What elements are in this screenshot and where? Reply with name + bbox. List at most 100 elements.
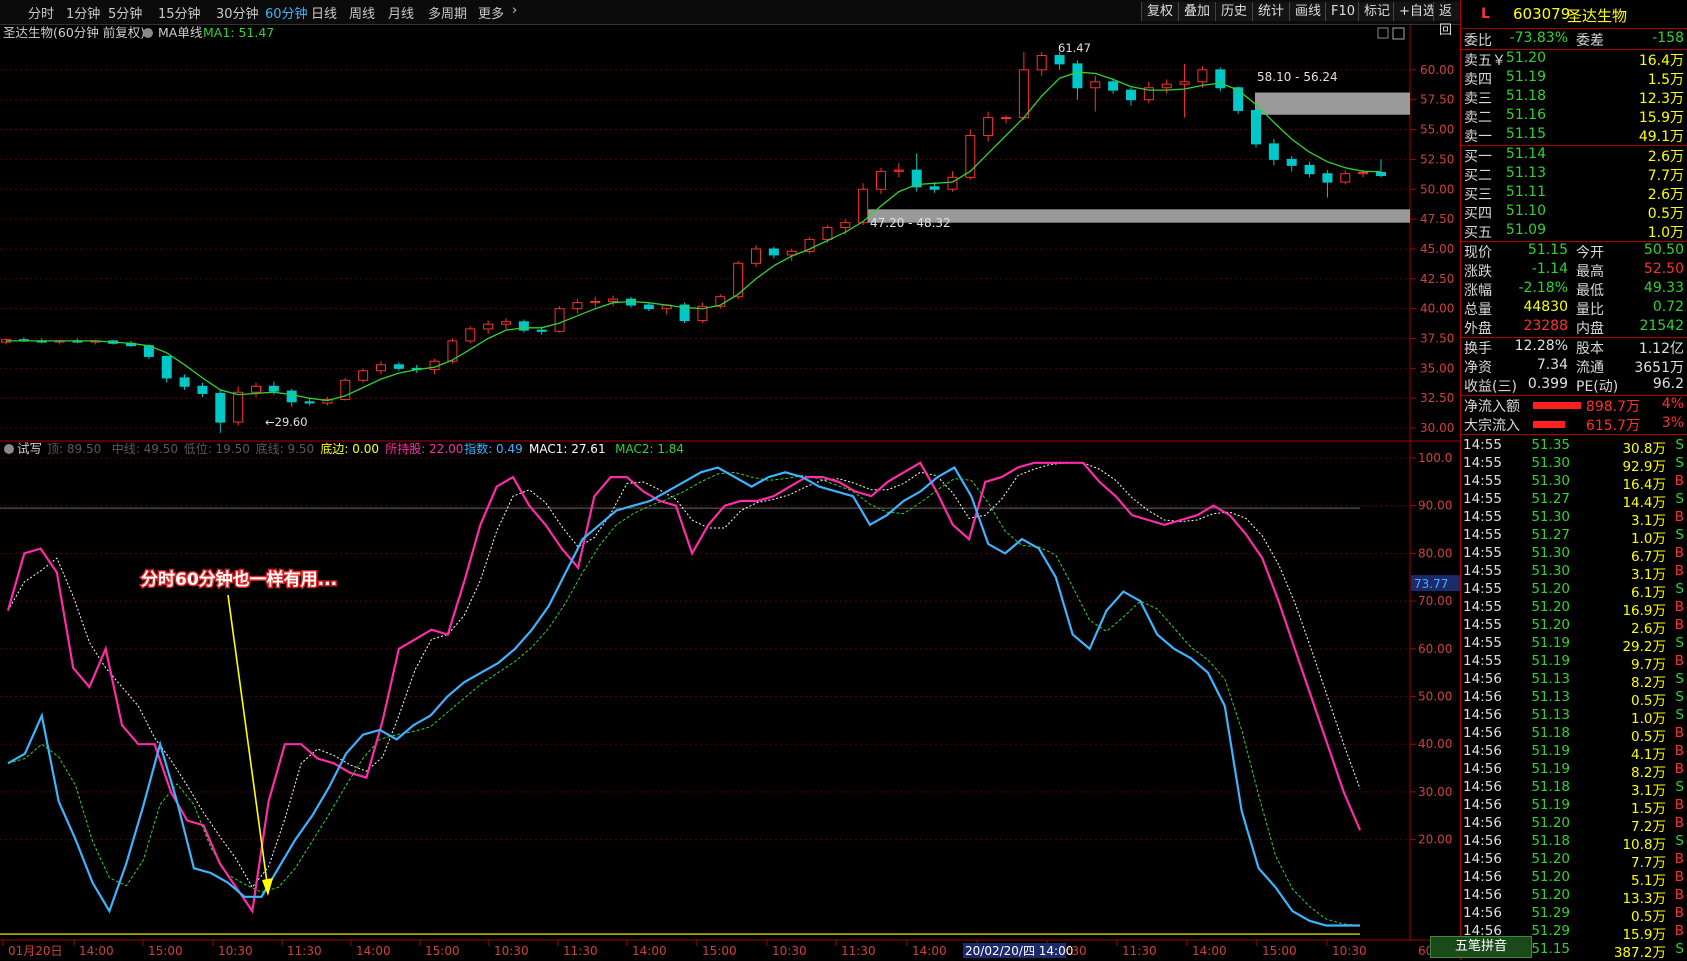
- bid-price: 51.14: [1505, 146, 1546, 162]
- period-tab-10[interactable]: 更多: [478, 3, 504, 22]
- tick-volume: 0.5万: [1631, 693, 1666, 709]
- tick-time: 14:55: [1463, 527, 1502, 543]
- chart-canvas[interactable]: 60.00 57.50 55.00 52.50 50.00 47.50 45.00 42.50…: [0, 0, 1460, 960]
- ask-volume: 16.4万: [1638, 53, 1684, 69]
- tick-side: S: [1675, 707, 1684, 723]
- ma-settings-icon[interactable]: [143, 28, 153, 38]
- period-toolbar: 分时 1分钟 5分钟 15分钟 30分钟 60分钟 日线 周线 月线 多周期 更多 › 复权 叠加 历史 统计…: [0, 0, 1460, 38]
- tick-time: 14:56: [1463, 689, 1502, 705]
- period-tab-3[interactable]: 15分钟: [158, 3, 201, 22]
- tick-side: S: [1675, 941, 1684, 957]
- period-tab-5[interactable]: 60分钟: [265, 3, 308, 22]
- tick-price: 51.20: [1531, 887, 1570, 903]
- period-tab-2[interactable]: 5分钟: [108, 3, 142, 22]
- tick-time: 14:56: [1463, 707, 1502, 723]
- tick-side: S: [1675, 437, 1684, 453]
- time-axis-label: 11:30: [563, 944, 598, 958]
- period-tab-6[interactable]: 日线: [311, 3, 337, 22]
- indicator-legend-item: 顶: 89.50: [47, 442, 101, 456]
- ask-volume: 1.5万: [1647, 72, 1684, 88]
- candle-body: [840, 222, 851, 228]
- candle-body: [393, 364, 404, 369]
- tick-price: 51.18: [1531, 779, 1570, 795]
- tick-volume: 3.1万: [1631, 567, 1666, 583]
- price-tick-label: 35.00: [1420, 361, 1454, 375]
- toolbar-button-6[interactable]: 标记: [1358, 2, 1396, 21]
- tick-row: 14:55 51.30 6.7万 B: [1461, 545, 1687, 565]
- more-chevron-icon[interactable]: ›: [512, 3, 517, 18]
- tick-volume: 16.4万: [1622, 477, 1666, 493]
- period-tab-4[interactable]: 30分钟: [216, 3, 259, 22]
- candle-body: [1197, 69, 1208, 83]
- toolbar-button-8[interactable]: 返回: [1433, 2, 1460, 38]
- candle-body: [161, 355, 172, 379]
- toolbar-button-3[interactable]: 统计: [1252, 2, 1290, 21]
- chart-title: 圣达生物(60分钟 前复权): [3, 25, 145, 40]
- tick-price: 51.27: [1531, 491, 1570, 507]
- tick-volume: 5.1万: [1631, 873, 1666, 889]
- tick-side: B: [1674, 851, 1684, 867]
- time-axis-label: 15:00: [425, 944, 460, 958]
- flow-pct: 4%: [1661, 396, 1684, 412]
- period-tab-1[interactable]: 1分钟: [66, 3, 100, 22]
- tick-price: 51.19: [1531, 761, 1570, 777]
- tick-side: S: [1675, 833, 1684, 849]
- period-tab-7[interactable]: 周线: [349, 3, 375, 22]
- toolbar-button-4[interactable]: 画线: [1289, 2, 1327, 21]
- stat-value: 44830: [1523, 299, 1568, 315]
- bid-price: 51.10: [1505, 203, 1546, 219]
- toolbar-button-0[interactable]: 复权: [1141, 2, 1179, 21]
- indicator-settings-icon[interactable]: [4, 444, 14, 454]
- bid-volume: 0.5万: [1647, 206, 1684, 222]
- tick-volume: 0.5万: [1631, 909, 1666, 925]
- period-tab-9[interactable]: 多周期: [428, 3, 467, 22]
- candle-body: [608, 298, 619, 302]
- tick-volume: 6.1万: [1631, 585, 1666, 601]
- period-tab-0[interactable]: 分时: [28, 3, 54, 22]
- tick-price: 51.30: [1531, 563, 1570, 579]
- tick-volume: 1.0万: [1631, 531, 1666, 547]
- tick-row: 14:55 51.20 2.6万 B: [1461, 617, 1687, 637]
- tick-volume: 13.3万: [1622, 891, 1666, 907]
- toolbar-button-2[interactable]: 历史: [1215, 2, 1253, 21]
- tick-row: 14:56 51.20 5.1万 B: [1461, 869, 1687, 889]
- candle-body: [643, 304, 654, 310]
- input-method-button[interactable]: 五笔拼音: [1430, 936, 1532, 958]
- candle-body: [215, 392, 226, 423]
- toolbar-button-1[interactable]: 叠加: [1178, 2, 1216, 21]
- flow-value: 615.7万: [1585, 418, 1640, 434]
- indicator-tick-label: 80.00: [1418, 546, 1452, 560]
- quote-row: 委比 -73.83% 委差 -158: [1461, 30, 1687, 49]
- tick-side: B: [1674, 725, 1684, 741]
- stat-label: PE(动): [1576, 379, 1619, 395]
- quote-row: 买二 51.13 7.7万: [1461, 165, 1687, 184]
- stat-label: 现价: [1464, 245, 1492, 261]
- price-tick-label: 40.00: [1420, 302, 1454, 316]
- chart-diamond-icon[interactable]: [1377, 27, 1389, 39]
- time-axis-label: 15:00: [702, 944, 737, 958]
- tick-time: 14:55: [1463, 563, 1502, 579]
- stat-label: 最低: [1576, 283, 1604, 299]
- toolbar-button-5[interactable]: F10: [1325, 2, 1361, 21]
- ask-volume: 15.9万: [1638, 110, 1684, 126]
- tick-price: 51.19: [1531, 743, 1570, 759]
- stat-value: 12.28%: [1514, 338, 1568, 354]
- indicator-legend-item: 底线: 9.50: [256, 441, 315, 456]
- period-tab-8[interactable]: 月线: [388, 3, 414, 22]
- weibi-value: -73.83%: [1509, 30, 1568, 46]
- weicha-label: 委差: [1576, 33, 1604, 49]
- tick-side: S: [1675, 689, 1684, 705]
- stat-label: 收益(三): [1464, 379, 1517, 395]
- tick-volume: 3.1万: [1631, 783, 1666, 799]
- candle-body: [1001, 117, 1011, 120]
- chart-window-icon[interactable]: [1392, 27, 1405, 40]
- bid-label: 买三: [1464, 187, 1492, 203]
- tick-row: 14:55 51.20 16.9万 B: [1461, 599, 1687, 619]
- tick-time: 14:55: [1463, 509, 1502, 525]
- candle-body: [1072, 63, 1083, 89]
- tick-side: S: [1675, 491, 1684, 507]
- quote-row: 总量 44830 量比 0.72: [1461, 299, 1687, 318]
- candle-body: [268, 385, 279, 392]
- tick-price: 51.13: [1531, 689, 1570, 705]
- tick-row: 14:56 51.20 7.7万 B: [1461, 851, 1687, 871]
